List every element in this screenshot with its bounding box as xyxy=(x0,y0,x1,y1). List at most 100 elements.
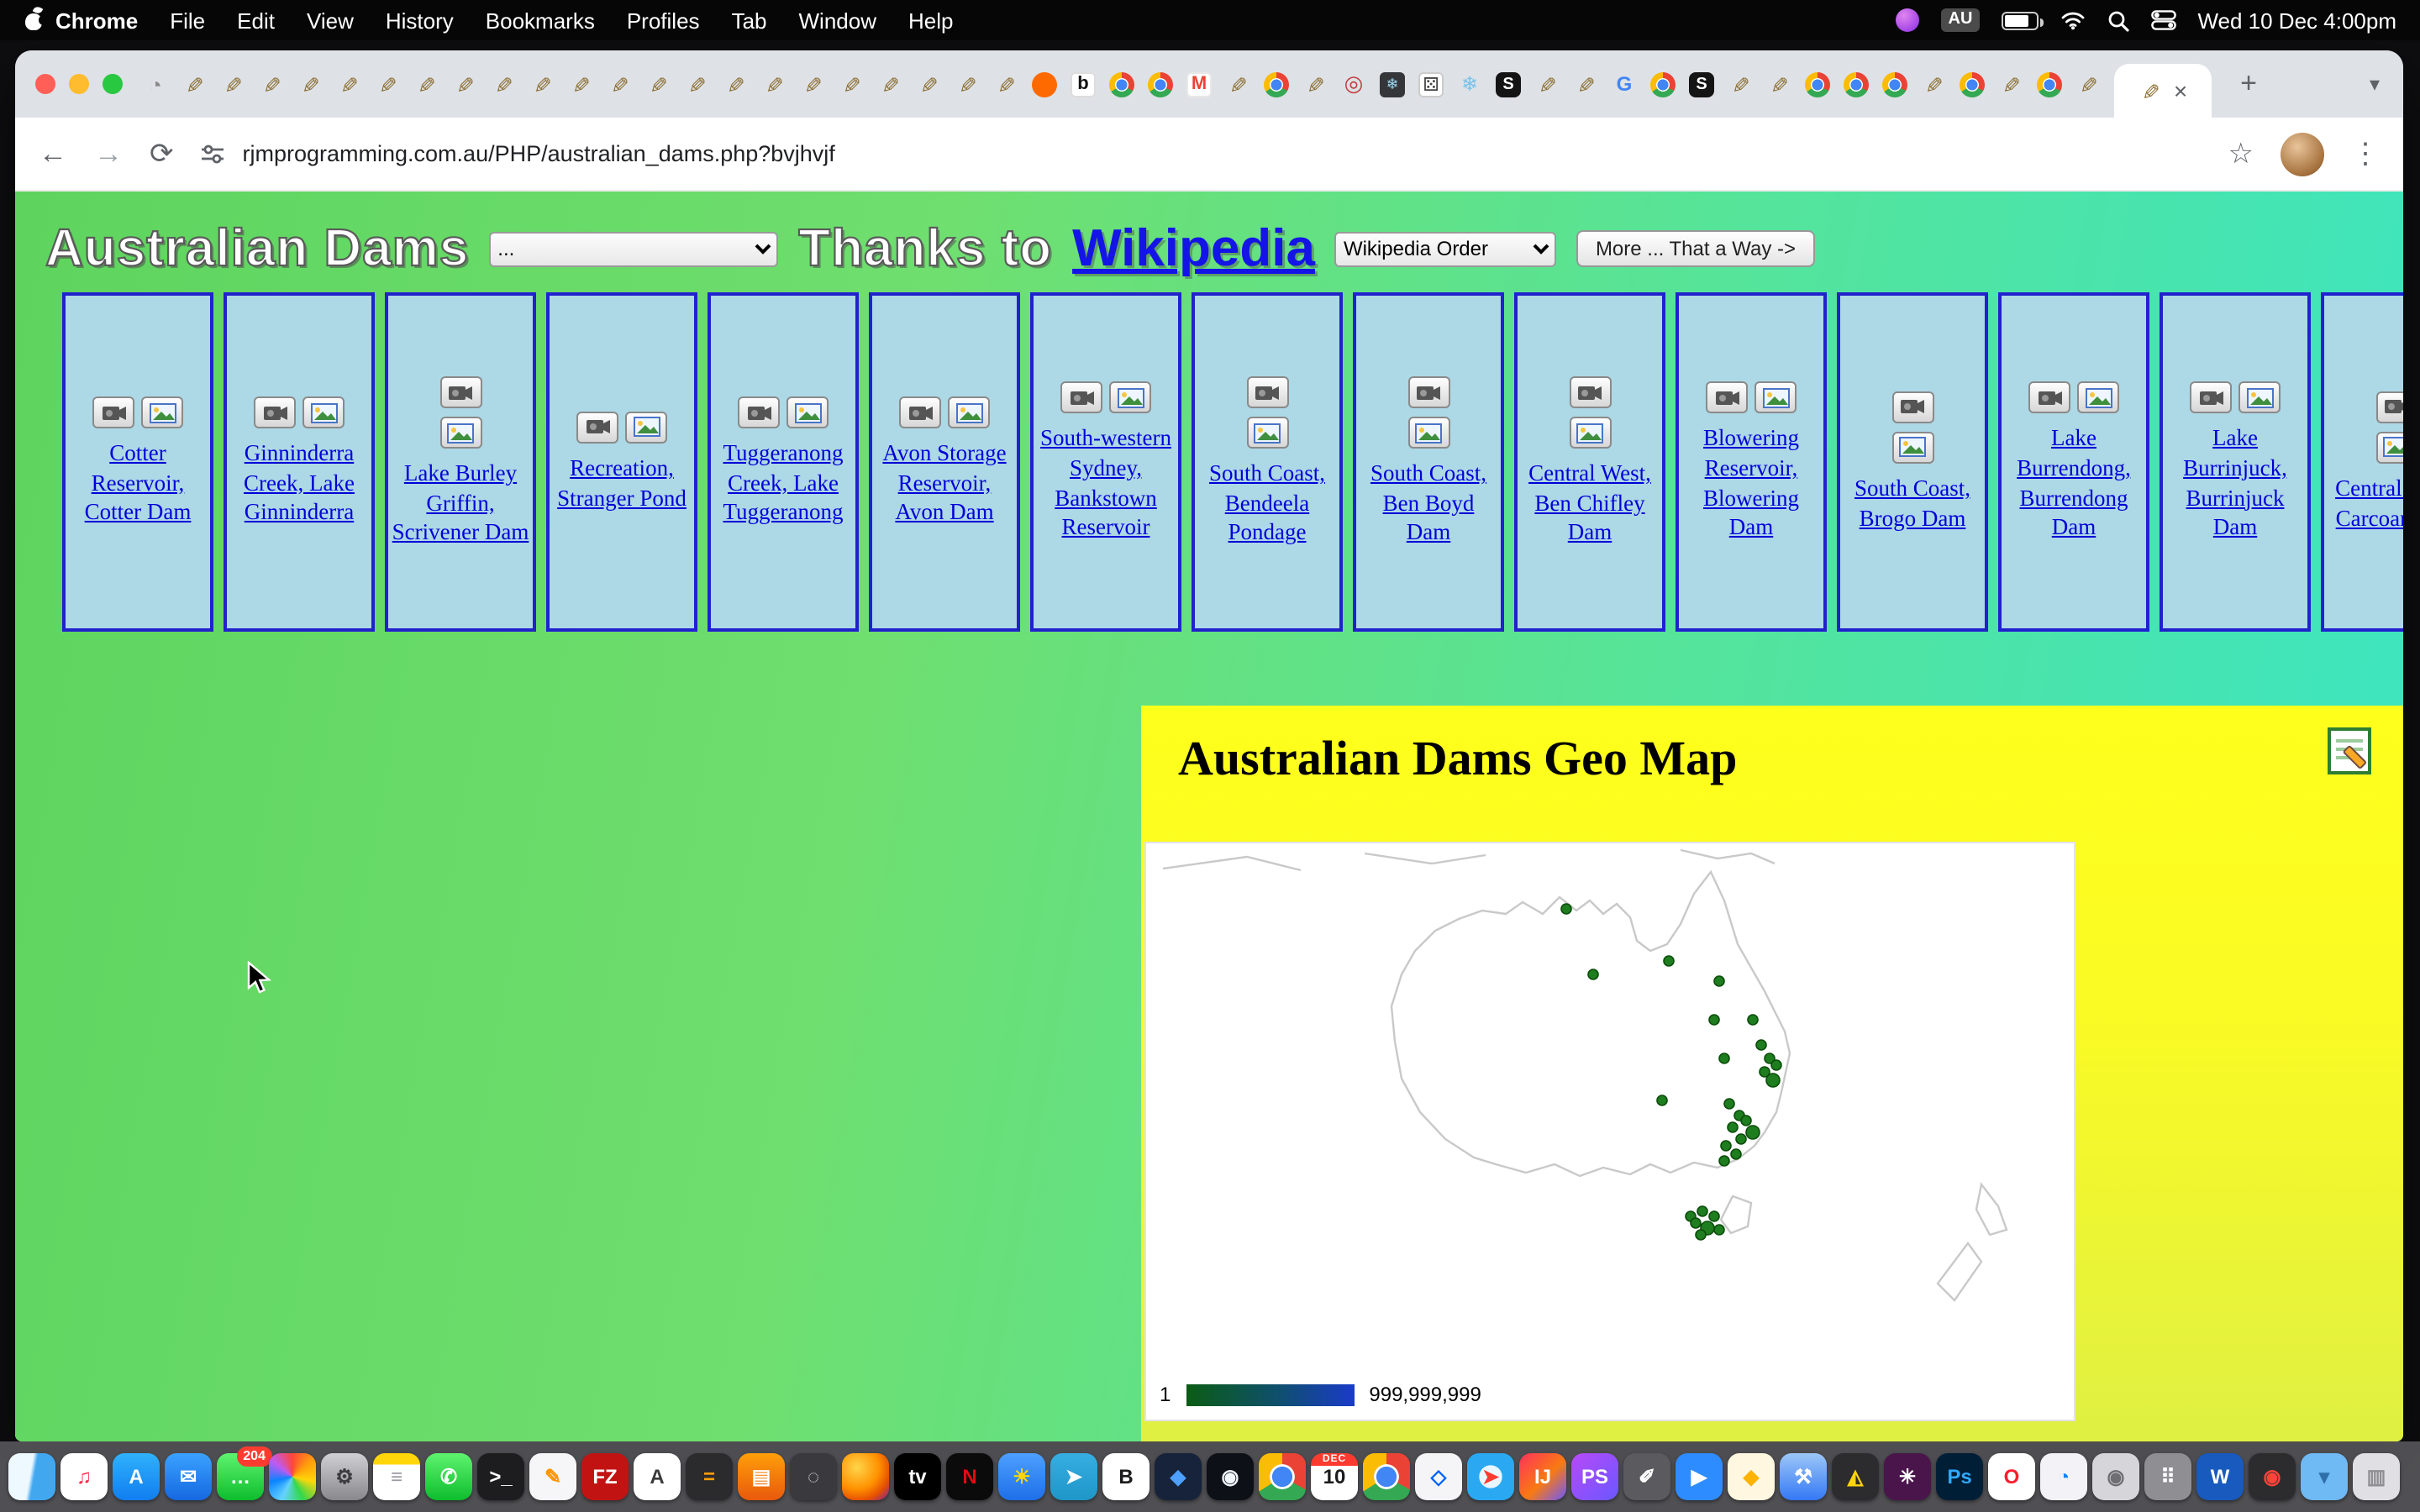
dam-link[interactable]: Central West, Carcoar Dam xyxy=(2328,474,2403,533)
wikipedia-link[interactable]: Wikipedia xyxy=(1072,218,1315,279)
dam-marker[interactable] xyxy=(1728,1122,1738,1132)
photo-icon[interactable] xyxy=(439,417,481,449)
reload-button[interactable]: ⟳ xyxy=(150,137,174,171)
dam-marker[interactable] xyxy=(1588,969,1598,979)
dock-icon-dvd-player[interactable]: ◉ xyxy=(2092,1453,2139,1500)
dock-icon-utility-app[interactable]: ◌ xyxy=(790,1453,837,1500)
active-tab[interactable]: ✎ × xyxy=(2114,64,2212,118)
pen-favicon[interactable]: ✎ xyxy=(877,71,902,97)
photo-icon[interactable] xyxy=(141,396,183,428)
menu-item-window[interactable]: Window xyxy=(799,8,877,33)
photo-icon[interactable] xyxy=(786,396,829,428)
slack-favicon[interactable]: S xyxy=(1689,71,1714,97)
dock-icon-textedit[interactable]: A xyxy=(634,1453,681,1500)
dam-marker[interactable] xyxy=(1714,976,1724,986)
minimize-window-button[interactable] xyxy=(69,74,89,94)
bitbucket-favicon[interactable]: b xyxy=(1071,71,1096,97)
dock-icon-netflix[interactable]: N xyxy=(946,1453,993,1500)
pen-favicon[interactable]: ✎ xyxy=(1534,71,1560,97)
pen-favicon[interactable]: ✎ xyxy=(297,71,323,97)
dock-icon-messages[interactable]: …204 xyxy=(217,1453,264,1500)
photo-icon[interactable] xyxy=(1109,382,1151,414)
slack-favicon[interactable]: S xyxy=(1496,71,1521,97)
dock-icon-system-settings[interactable]: ⚙ xyxy=(321,1453,368,1500)
camcorder-icon[interactable] xyxy=(1246,376,1288,408)
dock-icon-opera[interactable]: O xyxy=(1988,1453,2035,1500)
dam-link[interactable]: South Coast, Brogo Dam xyxy=(1844,474,1981,533)
dock-icon-photoshop[interactable]: Ps xyxy=(1936,1453,1983,1500)
dam-marker[interactable] xyxy=(1697,1206,1707,1216)
dice-favicon[interactable]: ⚄ xyxy=(1418,71,1444,97)
dam-marker[interactable] xyxy=(1719,1156,1729,1166)
pen-favicon[interactable]: ✎ xyxy=(1573,71,1598,97)
chrome-favicon[interactable] xyxy=(1844,71,1869,97)
camcorder-icon[interactable] xyxy=(738,396,780,428)
dam-marker[interactable] xyxy=(1724,1099,1734,1109)
dock-icon-facetime[interactable]: ✆ xyxy=(425,1453,472,1500)
dam-marker[interactable] xyxy=(1756,1040,1766,1050)
pen-favicon[interactable]: ✎ xyxy=(568,71,593,97)
pen-favicon[interactable]: ✎ xyxy=(1728,71,1753,97)
target-favicon[interactable]: ◎ xyxy=(1341,71,1366,97)
dock-icon-trash[interactable]: ▥ xyxy=(2353,1453,2400,1500)
dock-icon-phpstorm[interactable]: PS xyxy=(1571,1453,1618,1500)
dam-link[interactable]: Cotter Reservoir, Cotter Dam xyxy=(69,438,207,527)
dam-link[interactable]: Lake Burrinjuck, Burrinjuck Dam xyxy=(2166,424,2304,542)
dock-icon-weather[interactable]: ☀ xyxy=(998,1453,1045,1500)
menu-item-profiles[interactable]: Profiles xyxy=(627,8,700,33)
pen-favicon[interactable]: ✎ xyxy=(220,71,245,97)
dock-icon-music[interactable]: ♫ xyxy=(60,1453,108,1500)
dam-link[interactable]: Lake Burley Griffin, Scrivener Dam xyxy=(392,459,529,547)
pen-favicon[interactable]: ✎ xyxy=(259,71,284,97)
photo-icon[interactable] xyxy=(948,396,990,428)
dam-marker[interactable] xyxy=(1691,1218,1701,1228)
profile-avatar[interactable] xyxy=(2281,132,2324,176)
camcorder-icon[interactable] xyxy=(1060,382,1102,414)
pen-favicon[interactable]: ✎ xyxy=(413,71,439,97)
photo-icon[interactable] xyxy=(2375,432,2403,464)
dock-icon-books[interactable]: ▤ xyxy=(738,1453,785,1500)
dock-icon-intellij-idea[interactable]: IJ xyxy=(1519,1453,1566,1500)
dam-marker[interactable] xyxy=(1657,1095,1667,1105)
dam-marker[interactable] xyxy=(1748,1015,1758,1025)
dock-icon-filezilla[interactable]: FZ xyxy=(581,1453,629,1500)
dam-markers[interactable] xyxy=(1561,904,1781,1240)
input-source-indicator[interactable]: AU xyxy=(1942,8,1980,32)
dock-icon-word[interactable]: W xyxy=(2196,1453,2244,1500)
pen-favicon[interactable]: ✎ xyxy=(452,71,477,97)
battery-icon[interactable] xyxy=(2001,11,2038,29)
camcorder-icon[interactable] xyxy=(254,396,296,428)
camcorder-icon[interactable] xyxy=(1706,382,1748,414)
dam-link[interactable]: Blowering Reservoir, Blowering Dam xyxy=(1682,424,1820,542)
photo-icon[interactable] xyxy=(1246,417,1288,449)
pen-favicon[interactable]: ✎ xyxy=(800,71,825,97)
menu-item-help[interactable]: Help xyxy=(908,8,954,33)
dam-link[interactable]: Tuggeranong Creek, Lake Tuggeranong xyxy=(714,438,852,527)
pen-favicon[interactable]: ✎ xyxy=(529,71,555,97)
pen-favicon[interactable]: ✎ xyxy=(684,71,709,97)
photo-icon[interactable] xyxy=(2238,382,2281,414)
dam-link[interactable]: Recreation, Stranger Pond xyxy=(553,454,691,512)
compass-favicon[interactable]: ◔ xyxy=(143,71,168,97)
dam-marker[interactable] xyxy=(1561,904,1571,914)
pen-favicon[interactable]: ✎ xyxy=(607,71,632,97)
dock-icon-github[interactable]: ◉ xyxy=(1207,1453,1254,1500)
orange-favicon[interactable] xyxy=(1032,71,1057,97)
dam-marker[interactable] xyxy=(1664,956,1674,966)
dock-icon-gimp[interactable]: ✐ xyxy=(1623,1453,1670,1500)
dock-icon-sketch[interactable]: ◆ xyxy=(1728,1453,1775,1500)
dam-select[interactable]: ... xyxy=(489,231,778,266)
forward-button[interactable]: → xyxy=(94,137,123,171)
menu-item-history[interactable]: History xyxy=(386,8,454,33)
tab-search-chevron-icon[interactable]: ▾ xyxy=(2360,72,2390,96)
dock-icon-safari[interactable]: ➤ xyxy=(1467,1453,1514,1500)
pen-favicon[interactable]: ✎ xyxy=(336,71,361,97)
dam-marker[interactable] xyxy=(1719,1053,1729,1063)
pen-favicon[interactable]: ✎ xyxy=(916,71,941,97)
pen-favicon[interactable]: ✎ xyxy=(723,71,748,97)
dock-icon-photo-booth[interactable]: ◉ xyxy=(2249,1453,2296,1500)
tab-close-button[interactable]: × xyxy=(2174,79,2187,102)
spotlight-icon[interactable] xyxy=(2107,9,2128,31)
dam-marker[interactable] xyxy=(1771,1060,1781,1070)
browser-menu-icon[interactable]: ⋮ xyxy=(2351,137,2380,171)
